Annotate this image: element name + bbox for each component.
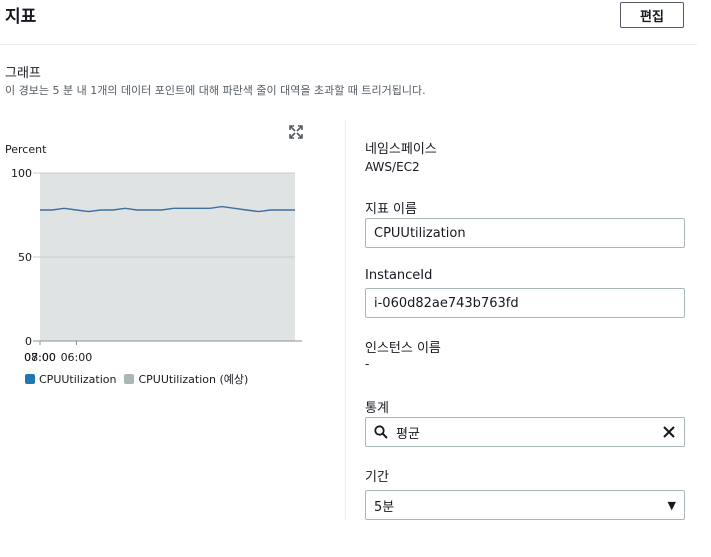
graph-label: 그래프: [5, 66, 41, 81]
legend-swatch-expected: [124, 374, 135, 384]
search-icon: [374, 425, 388, 439]
header-divider: [0, 44, 697, 45]
statistic-value: 평균: [396, 426, 420, 442]
y-tick-label: 0: [25, 335, 32, 348]
y-tick-label: 100: [11, 167, 32, 180]
period-label: 기간: [365, 470, 389, 485]
x-tick-label: 06:00: [61, 351, 93, 364]
legend-item-expected[interactable]: CPUUtilization (예상): [124, 371, 248, 387]
namespace-value: AWS/EC2: [365, 160, 420, 174]
metric-name-field[interactable]: CPUUtilization: [365, 218, 685, 248]
period-value: 5분: [374, 499, 395, 515]
page-title: 지표: [5, 7, 37, 27]
namespace-label: 네임스페이스: [365, 142, 437, 157]
metric-name-value: CPUUtilization: [374, 225, 466, 241]
y-tick-label: 50: [18, 251, 32, 264]
y-axis-label: Percent: [5, 143, 47, 156]
metric-chart: Percent 100500 06:0007:0008:00: [5, 143, 302, 364]
statistic-search-input[interactable]: 평균: [365, 417, 685, 447]
close-icon[interactable]: [662, 425, 676, 439]
statistic-label: 통계: [365, 401, 389, 416]
x-tick-label: 08:00: [24, 351, 56, 364]
edit-button[interactable]: 편집: [620, 2, 684, 28]
column-divider: [345, 120, 346, 520]
legend-label-expected: CPUUtilization (예상): [138, 373, 249, 386]
period-select[interactable]: 5분 ▼: [365, 490, 685, 520]
instance-id-field[interactable]: i-060d82ae743b763fd: [365, 288, 685, 318]
instance-name-label: 인스턴스 이름: [365, 341, 441, 356]
metric-name-label: 지표 이름: [365, 202, 417, 217]
legend-label-actual: CPUUtilization: [39, 372, 117, 386]
expand-icon[interactable]: [288, 124, 304, 140]
instance-id-label: InstanceId: [365, 268, 433, 283]
legend-item-actual[interactable]: CPUUtilization: [25, 373, 116, 386]
caret-down-icon: ▼: [667, 498, 676, 512]
instance-name-value: -: [365, 357, 370, 371]
instance-id-value: i-060d82ae743b763fd: [374, 295, 519, 311]
chart-legend: CPUUtilization CPUUtilization (예상): [25, 371, 248, 387]
graph-description: 이 경보는 5 분 내 1개의 데이터 포인트에 대해 파란색 줄이 대역을 초…: [5, 84, 426, 97]
legend-swatch-actual: [25, 374, 35, 384]
